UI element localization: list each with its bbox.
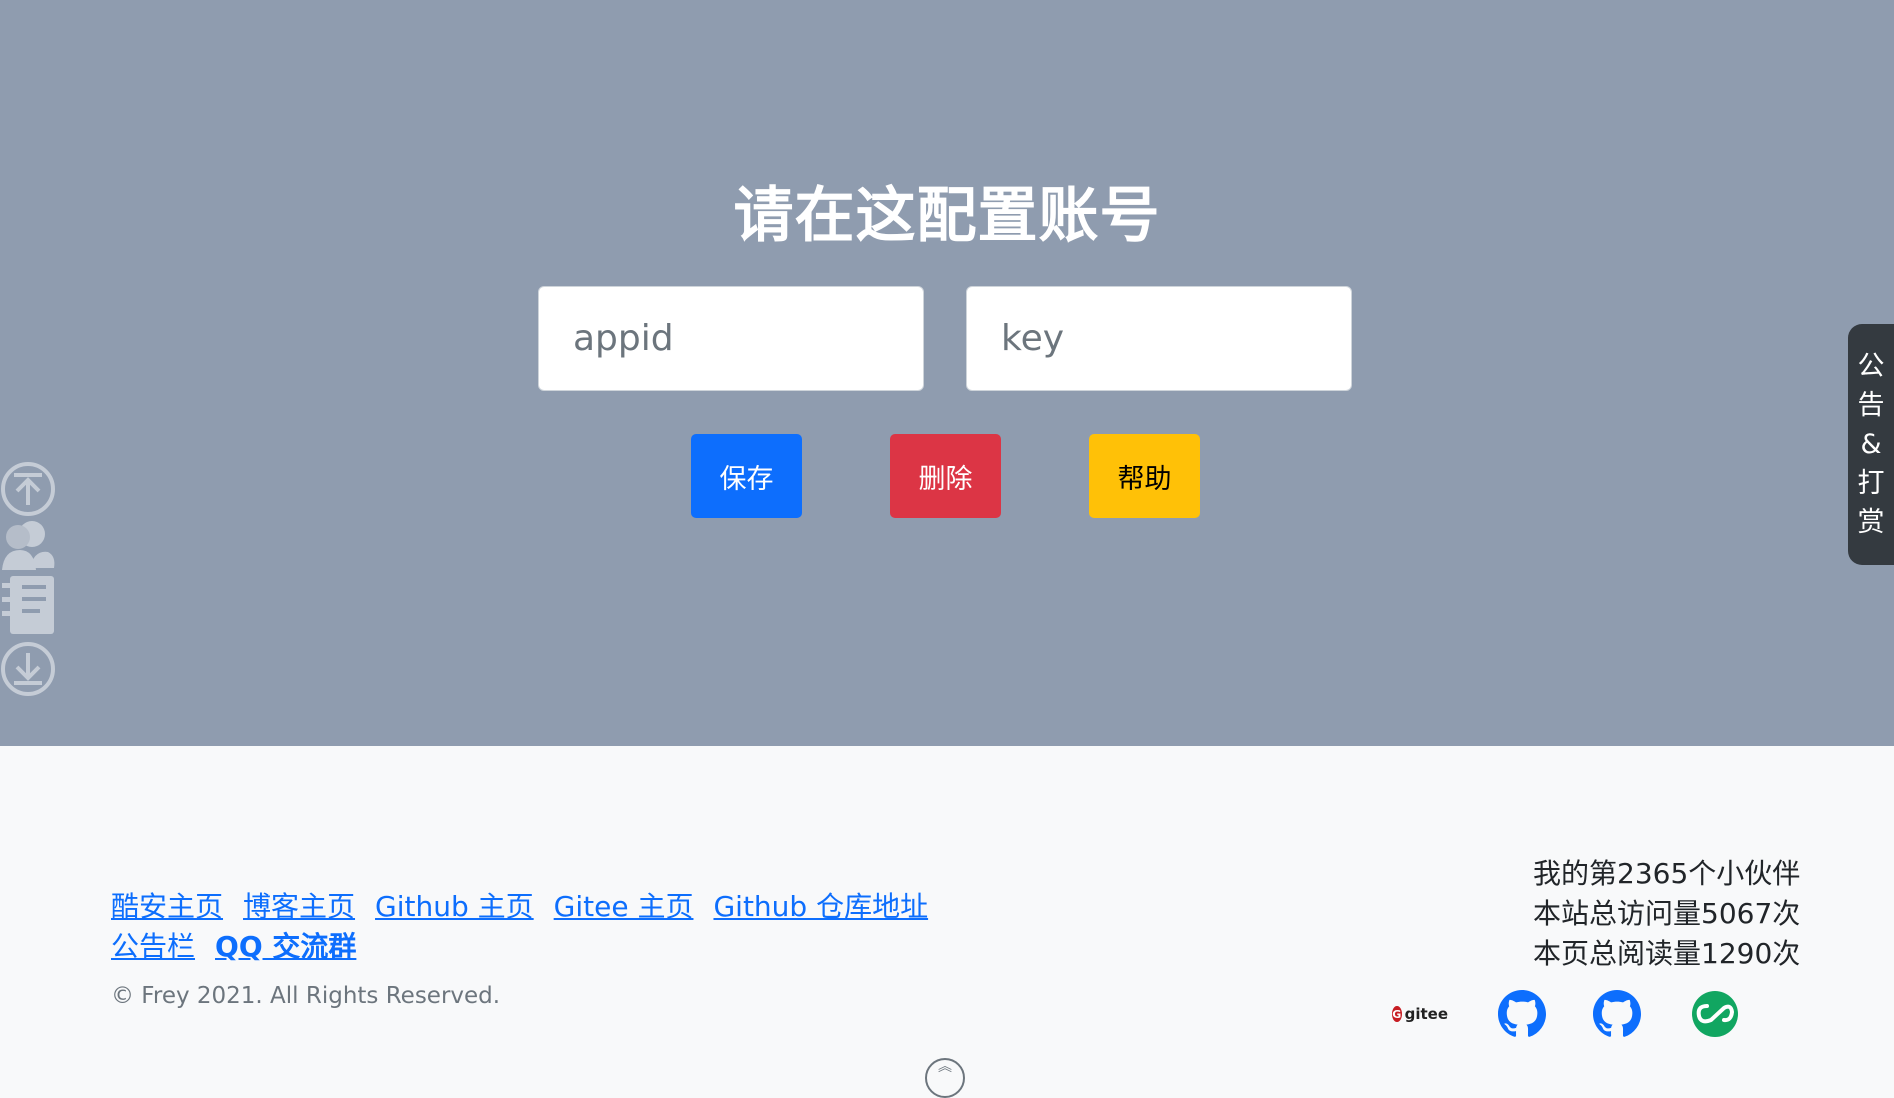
notebook-icon[interactable] [0, 573, 58, 637]
copyright: © Frey 2021. All Rights Reserved. [111, 983, 501, 1009]
github-icon[interactable] [1497, 989, 1547, 1039]
appid-input[interactable] [538, 286, 924, 391]
visitor-stats: 我的第2365个小伙伴 本站总访问量5067次 本页总阅读量1290次 [1533, 854, 1863, 974]
notice-tab-label: 公告&打赏 [1857, 351, 1885, 538]
hero-section: 请在这配置账号 保存 删除 帮助 [0, 0, 1894, 746]
link-github-repo[interactable]: Github 仓库地址 [713, 885, 928, 925]
link-blog-home[interactable]: 博客主页 [243, 885, 355, 925]
stat-site-visits: 本站总访问量5067次 [1533, 897, 1801, 930]
arrow-down-circle-icon[interactable] [0, 640, 58, 698]
delete-button[interactable]: 删除 [890, 434, 1001, 518]
chevron-up-icon: ︽ [938, 1059, 952, 1075]
notice-tab[interactable]: 公告&打赏 [1848, 324, 1894, 565]
key-input[interactable] [966, 286, 1352, 391]
stat-visitor-count: 我的第2365个小伙伴 [1533, 857, 1801, 890]
coolapk-icon[interactable] [1690, 989, 1740, 1039]
link-qq-group[interactable]: QQ 交流群 [215, 925, 356, 965]
scroll-to-top-button[interactable]: ︽ [925, 1058, 965, 1098]
arrow-up-circle-icon[interactable] [0, 460, 58, 518]
save-button[interactable]: 保存 [691, 434, 802, 518]
page-title: 请在这配置账号 [733, 181, 1161, 251]
gitee-logo-mark: G [1392, 1006, 1402, 1022]
github-icon[interactable] [1592, 989, 1642, 1039]
link-gitee-home[interactable]: Gitee 主页 [554, 885, 694, 925]
help-button[interactable]: 帮助 [1089, 434, 1200, 518]
user-icon[interactable] [0, 518, 58, 572]
gitee-badge-label: gitee [1404, 1005, 1448, 1023]
gitee-icon[interactable]: G gitee [1392, 989, 1448, 1039]
link-github-home[interactable]: Github 主页 [375, 885, 534, 925]
footer-links: 酷安主页 博客主页 Github 主页 Gitee 主页 Github 仓库地址… [111, 885, 928, 965]
link-notice-board[interactable]: 公告栏 [111, 925, 195, 965]
link-coolapk-home[interactable]: 酷安主页 [111, 885, 223, 925]
stat-page-reads: 本页总阅读量1290次 [1533, 937, 1801, 970]
